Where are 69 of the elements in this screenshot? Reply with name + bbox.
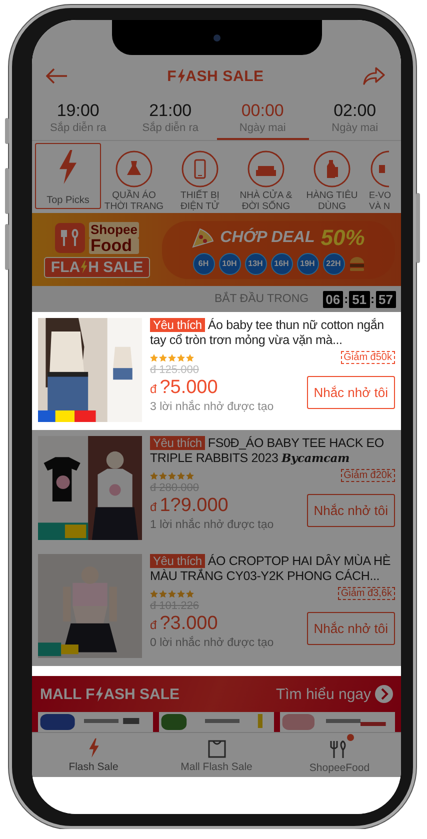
fork-spoon-icon	[54, 222, 85, 252]
dress-icon	[115, 150, 153, 188]
category-icon	[369, 150, 389, 188]
share-icon[interactable]	[363, 67, 385, 85]
bottom-nav-tab[interactable]: ShopeeFood	[278, 733, 401, 777]
time-chip: 19H	[296, 252, 318, 274]
deal-title: CHỚP DEAL	[220, 228, 315, 246]
sale-price: đ?3.000	[150, 613, 219, 636]
countdown-label: BẮT ĐẦU TRONG	[214, 293, 309, 305]
time-slot-tab[interactable]: 02:00 Ngày mai	[308, 95, 401, 140]
favorite-tag: Yêu thích	[150, 318, 205, 332]
sale-price: đ?5.000	[150, 377, 219, 400]
lightning-icon	[94, 686, 104, 702]
bottle-icon	[313, 150, 351, 188]
time-chip: 6H	[192, 252, 214, 274]
time-slot-tab[interactable]: 19:00 Sắp diễn ra	[32, 95, 124, 140]
time-slot-tab[interactable]: 21:00 Sắp diễn ra	[124, 95, 216, 140]
camera-icon	[213, 34, 221, 42]
category-tab[interactable]: HÀNG TIÊU DÙNG	[299, 143, 365, 209]
flash-sale-label: FLA H SALE	[44, 256, 150, 278]
original-price: đ 125.000	[150, 364, 200, 376]
burger-icon	[348, 256, 364, 270]
sale-price: đ 1?9.000	[150, 495, 230, 518]
brand-name: Shopee	[88, 222, 140, 238]
category-tab[interactable]: THIẾT BỊ ĐIỆN TỬ	[167, 143, 233, 209]
category-tab[interactable]: NHÀ CỬA & ĐỜI SỐNG	[233, 143, 299, 209]
category-tab[interactable]: E-VO VÀ N	[365, 143, 395, 209]
reminder-count: 0 lời nhắc nhở được tạo	[150, 637, 274, 649]
page-title: F ASH SALE	[167, 68, 264, 84]
shopping-bag-icon	[206, 738, 226, 758]
countdown-digits: 57	[376, 290, 396, 308]
discount-tag: Giảm đ20k	[340, 469, 395, 482]
learn-more-link[interactable]: Tìm hiểu ngay	[276, 685, 393, 703]
mall-flash-sale-title: MALL F ASH SALE	[40, 686, 180, 702]
product-title[interactable]: Yêu thích Áo baby tee thun nữ cotton ngắn tay cổ tròn trơn mỏng vừa vặn mà...	[150, 318, 395, 348]
remind-me-button[interactable]: Nhắc nhở tôi	[306, 494, 395, 527]
chevron-right-icon	[375, 685, 393, 703]
bottom-nav-tab[interactable]: Mall Flash Sale	[155, 733, 278, 777]
discount-tag: Giảm đ50k	[340, 351, 395, 364]
discount-percent: 50%	[320, 224, 365, 250]
category-tab[interactable]: QUẦN ÁO THỜI TRANG	[101, 143, 167, 209]
time-chip: 16H	[270, 252, 292, 274]
countdown-digits: 06	[322, 290, 344, 308]
lightning-icon	[57, 150, 79, 184]
favorite-tag: Yêu thích	[150, 554, 205, 568]
bottom-nav-tab[interactable]: Flash Sale	[32, 733, 155, 777]
brand-name: Food	[88, 238, 140, 254]
time-chip: 10H	[218, 252, 240, 274]
countdown-digits: 51	[349, 290, 370, 308]
remind-me-button[interactable]: Nhắc nhở tôi	[306, 376, 395, 409]
lightning-icon	[176, 68, 186, 84]
product-title[interactable]: Yêu thích FS0Đ_ÁO BABY TEE HACK EO TRIPLE RABBITS 2023 Bycamcam	[150, 436, 395, 466]
product-title[interactable]: Yêu thích ÁO CROPTOP HAI DÂY MÙA HÈ MÀU TRẮNG CY03-Y2K PHONG CÁCH...	[150, 554, 395, 584]
time-chip: 22H	[322, 252, 344, 274]
reminder-count: 1 lời nhắc nhở được tạo	[150, 519, 274, 531]
countdown-colon: :	[344, 292, 348, 306]
discount-tag: Giảm đ3,6k	[338, 587, 395, 600]
pizza-icon	[192, 228, 214, 248]
smartphone-icon	[181, 150, 219, 188]
back-arrow-icon[interactable]	[46, 68, 68, 84]
lightning-icon	[88, 738, 100, 758]
countdown-colon: :	[370, 292, 375, 306]
reminder-count: 3 lời nhắc nhở được tạo	[150, 401, 274, 413]
remind-me-button[interactable]: Nhắc nhở tôi	[306, 612, 395, 645]
favorite-tag: Yêu thích	[150, 436, 205, 450]
lightning-icon	[80, 260, 88, 274]
sofa-icon	[247, 150, 285, 188]
time-chip: 13H	[244, 252, 266, 274]
category-tab[interactable]: Top Picks	[35, 143, 101, 209]
